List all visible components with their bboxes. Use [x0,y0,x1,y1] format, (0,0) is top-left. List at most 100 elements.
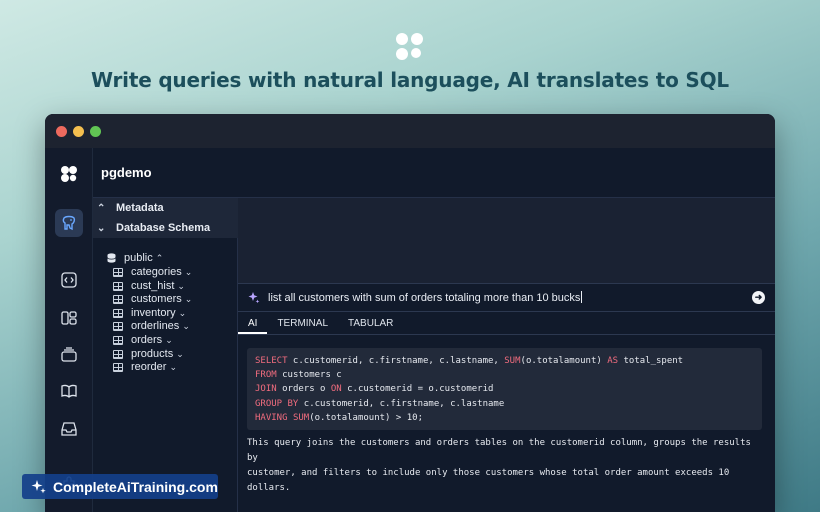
close-window-button[interactable] [56,126,67,137]
app-logo-icon[interactable] [55,160,83,188]
table-item-label: reorder [131,361,167,373]
table-item-orders[interactable]: orders ⌄ [113,334,173,346]
inbox-tray-icon[interactable] [55,415,83,443]
sql-keyword: AS [607,356,619,366]
sql-line: SELECT c.customerid, c.firstname, c.last… [255,354,754,368]
chevron-down-icon: ⌄ [178,307,187,318]
table-icon [113,335,123,345]
table-item-label: orders [131,334,163,346]
sql-text: c.customerid = o.customerid [341,384,494,395]
sql-keyword: SUM [504,356,521,366]
sparkle-logo-icon [31,479,46,493]
table-item-categories[interactable]: categories ⌄ [113,266,192,278]
table-item-inventory[interactable]: inventory ⌄ [113,307,186,319]
table-icon [113,281,123,291]
stack-layers-icon[interactable] [55,340,83,368]
title-bar [45,114,775,148]
ai-prompt-input[interactable]: list all customers with sum of orders to… [268,291,583,304]
database-schema-section-label: Database Schema [116,222,211,234]
schema-public-label: public [124,252,153,264]
chevron-up-icon: ⌃ [155,252,164,263]
workspace-header: pgdemo [93,148,775,198]
tab-terminal[interactable]: TERMINAL [267,313,338,334]
sql-line: FROM customers c [255,368,754,382]
chevron-down-icon: ⌄ [165,334,173,345]
layout-panels-icon[interactable] [55,304,83,332]
sql-line: GROUP BY c.customerid, c.firstname, c.la… [255,397,754,411]
table-item-reorder[interactable]: reorder ⌄ [113,361,177,373]
maximize-window-button[interactable] [90,126,101,137]
sql-keyword: JOIN [255,384,277,395]
result-tabs: AI TERMINAL TABULAR [238,313,775,335]
icon-rail [45,148,93,512]
main-panel: list all customers with sum of orders to… [238,198,775,512]
sql-text: c.customerid, c.firstname, c.lastname, [287,356,505,366]
database-icon [107,253,116,263]
table-item-customers[interactable]: customers ⌄ [113,293,192,305]
table-item-label: customers [131,293,182,305]
table-icon [113,349,123,359]
explanation-line: customer, and filters to include only th… [247,468,730,493]
tab-ai[interactable]: AI [238,313,268,334]
table-item-label: inventory [131,307,176,319]
sql-text: c.customerid, c.firstname, c.lastname [298,398,505,409]
sql-text: (o.totalamount) > 10; [309,412,423,423]
sql-text: total_spent [618,356,684,366]
table-item-label: cust_hist [131,280,175,292]
metadata-section-label: Metadata [116,202,164,214]
watermark-badge: CompleteAiTraining.com [22,474,218,499]
chevron-down-icon: ⌄ [177,280,185,291]
app-window: pgdemo ⌃ Metadata ⌄ Database Schema publ… [45,114,775,512]
sql-keyword: GROUP BY [255,398,299,409]
table-item-orderlines[interactable]: orderlines ⌄ [113,320,190,332]
headline: Write queries with natural language, AI … [91,68,729,92]
sql-keyword: SELECT [255,356,288,366]
table-icon [113,294,123,304]
chevron-down-icon: ⌄ [169,361,178,372]
table-icon [113,321,123,331]
database-name: pgdemo [101,165,152,180]
sql-text: (o.totalamount) [520,356,608,366]
chevron-down-icon: ⌄ [184,266,193,277]
table-icon [113,308,123,318]
chevron-down-icon: ⌄ [184,293,193,304]
ai-sparkle-icon [248,292,260,304]
chevron-down-icon: ⌄ [176,348,184,359]
table-item-cust-hist[interactable]: cust_hist ⌄ [113,280,185,292]
table-item-label: products [131,348,174,360]
table-item-label: categories [131,266,182,278]
schema-sidebar: ⌃ Metadata ⌄ Database Schema public ⌃ ca… [93,198,238,512]
chevron-up-icon: ⌃ [97,202,106,214]
query-editor-area[interactable] [238,198,775,284]
explanation-line: This query joins the customers and order… [247,438,751,463]
arrow-right-icon: ➜ [754,292,763,302]
generated-sql-block[interactable]: SELECT c.customerid, c.firstname, c.last… [247,348,762,430]
sql-text: orders o [276,384,331,395]
table-item-label: orderlines [131,320,180,332]
postgres-elephant-icon[interactable] [55,209,83,237]
minimize-window-button[interactable] [73,126,84,137]
chevron-down-icon: ⌄ [182,320,190,331]
sql-keyword: FROM [255,370,277,381]
sql-line: JOIN orders o ON c.customerid = o.custom… [255,382,754,396]
chevron-down-icon: ⌄ [97,222,106,234]
ai-prompt-bar[interactable]: list all customers with sum of orders to… [238,284,775,312]
metadata-section-toggle[interactable]: ⌃ Metadata [93,198,238,218]
sql-text: customers c [276,370,342,381]
open-book-icon[interactable] [55,377,83,405]
table-icon [113,267,123,277]
schema-public[interactable]: public ⌃ [107,252,163,264]
hero-logo-icon [396,33,424,61]
table-icon [113,362,123,372]
sql-keyword: ON [330,384,342,395]
sql-line: HAVING SUM(o.totalamount) > 10; [255,411,754,425]
sql-keyword: SUM [292,412,310,423]
watermark-text: CompleteAiTraining.com [53,478,218,495]
send-prompt-button[interactable]: ➜ [752,291,765,304]
query-explanation: This query joins the customers and order… [247,436,762,496]
tab-tabular[interactable]: TABULAR [338,313,403,334]
sql-keyword: HAVING [255,412,288,423]
code-brackets-icon[interactable] [55,266,83,294]
table-item-products[interactable]: products ⌄ [113,348,184,360]
database-schema-section-toggle[interactable]: ⌄ Database Schema [93,218,238,238]
